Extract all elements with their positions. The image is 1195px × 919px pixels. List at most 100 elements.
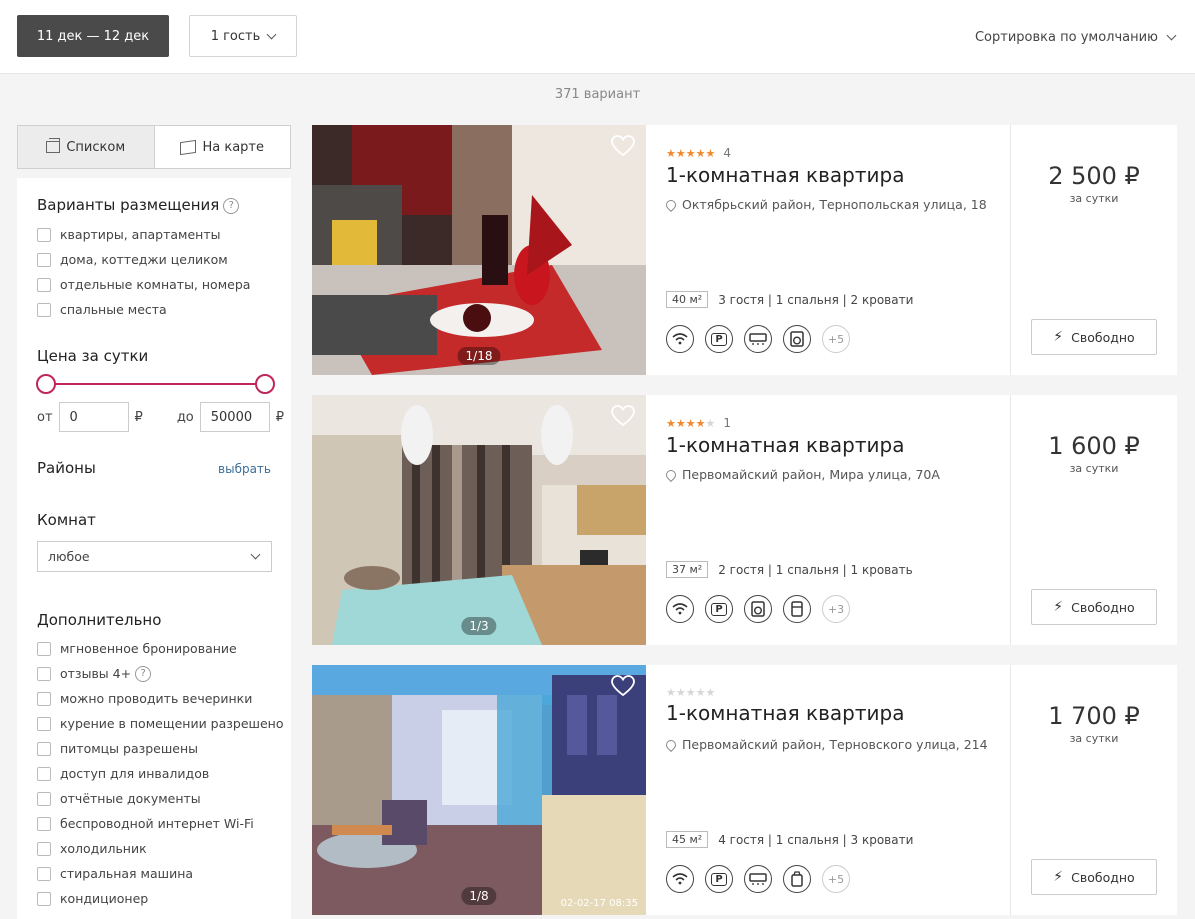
checkbox-label: мгновенное бронирование bbox=[60, 641, 237, 656]
available-label: Свободно bbox=[1071, 329, 1135, 345]
favorite-heart-icon[interactable] bbox=[611, 135, 635, 157]
more-amenities[interactable]: +5 bbox=[822, 865, 850, 893]
lightning-icon: ⚡ bbox=[1053, 599, 1064, 615]
checkbox-pets[interactable]: питомцы разрешены bbox=[37, 736, 284, 761]
more-amenities[interactable]: +5 bbox=[822, 325, 850, 353]
listing-specs: 45 м² 4 гостя | 1 спальня | 3 кровати bbox=[666, 831, 913, 848]
area-badge: 45 м² bbox=[666, 831, 709, 848]
available-button[interactable]: ⚡ Свободно bbox=[1031, 589, 1157, 625]
map-view-button[interactable]: На карте bbox=[155, 126, 291, 168]
lightning-icon: ⚡ bbox=[1053, 329, 1064, 345]
listing-photo[interactable]: 1/3 bbox=[312, 395, 646, 645]
listing-title[interactable]: 1-комнатная квартира bbox=[666, 163, 904, 187]
star-icon: ★ bbox=[695, 686, 706, 699]
listing-photo[interactable]: 1/8 02-02-17 08:35 bbox=[312, 665, 646, 915]
favorite-heart-icon[interactable] bbox=[611, 675, 635, 697]
checkbox-reviews-4plus[interactable]: отзывы 4+? bbox=[37, 661, 284, 686]
checkbox-smoking[interactable]: курение в помещении разрешено bbox=[37, 711, 284, 736]
help-icon[interactable]: ? bbox=[135, 665, 152, 682]
list-view-button[interactable]: Списком bbox=[18, 126, 155, 168]
checkbox-ac[interactable]: кондиционер bbox=[37, 886, 284, 911]
checkbox-washer[interactable]: стиральная машина bbox=[37, 861, 284, 886]
favorite-heart-icon[interactable] bbox=[611, 405, 635, 427]
checkbox-rooms[interactable]: отдельные комнаты, номера bbox=[37, 272, 250, 297]
checkbox-accessibility[interactable]: доступ для инвалидов bbox=[37, 761, 284, 786]
checkbox-box[interactable] bbox=[37, 891, 51, 906]
checkbox-box[interactable] bbox=[37, 816, 51, 831]
checkbox-instant-booking[interactable]: мгновенное бронирование bbox=[37, 636, 284, 661]
extra-title: Дополнительно bbox=[37, 611, 162, 629]
price-to-input[interactable]: 50000 bbox=[199, 402, 270, 432]
checkbox-apartments[interactable]: квартиры, апартаменты bbox=[37, 222, 250, 247]
price-slider[interactable] bbox=[36, 374, 275, 394]
listing-card[interactable]: 1/8 02-02-17 08:35 ★ ★ ★ ★ ★ 1-комнатная ква… bbox=[312, 665, 1177, 915]
photo-counter: 1/3 bbox=[461, 617, 497, 635]
available-button[interactable]: ⚡ Свободно bbox=[1031, 859, 1157, 895]
listing-title[interactable]: 1-комнатная квартира bbox=[666, 701, 904, 725]
checkbox-label: доступ для инвалидов bbox=[60, 766, 210, 781]
star-icon: ★ bbox=[685, 686, 696, 699]
checkbox-box[interactable] bbox=[37, 741, 51, 756]
dates-button[interactable]: 11 дек — 12 дек bbox=[17, 15, 169, 57]
listing-card[interactable]: 1/3 ★ ★ ★ ★ ★ 1 1-комнатная квартира Первома… bbox=[312, 395, 1177, 645]
checkbox-box[interactable] bbox=[37, 666, 51, 681]
listing-address: Первомайский район, Терновского улица, 2… bbox=[663, 737, 988, 752]
results-count: 371 вариант bbox=[554, 87, 641, 102]
districts-title: Районы bbox=[37, 459, 96, 477]
available-button[interactable]: ⚡ Свободно bbox=[1031, 319, 1157, 355]
checkbox-wifi[interactable]: беспроводной интернет Wi-Fi bbox=[37, 811, 284, 836]
listing-photo[interactable]: 1/18 bbox=[312, 125, 646, 375]
checkbox-box[interactable] bbox=[37, 277, 51, 292]
listing-title[interactable]: 1-комнатная квартира bbox=[666, 433, 904, 457]
photo-counter: 1/8 bbox=[461, 887, 497, 905]
checkbox-box[interactable] bbox=[37, 691, 51, 706]
listing-photo-image bbox=[312, 125, 646, 375]
reviews-count[interactable]: 4 bbox=[723, 146, 731, 160]
reviews-count[interactable]: 1 bbox=[723, 416, 731, 430]
lightning-icon: ⚡ bbox=[1053, 869, 1064, 885]
checkbox-houses[interactable]: дома, коттеджи целиком bbox=[37, 247, 250, 272]
guests-dropdown[interactable]: 1 гость bbox=[189, 15, 297, 57]
more-amenities[interactable]: +3 bbox=[822, 595, 850, 623]
checkbox-box[interactable] bbox=[37, 716, 51, 731]
checkbox-box[interactable] bbox=[37, 252, 51, 267]
checkbox-box[interactable] bbox=[37, 791, 51, 806]
districts-choose-link[interactable]: выбрать bbox=[218, 462, 271, 476]
checkbox-label: спальные места bbox=[60, 302, 167, 317]
wifi-icon bbox=[666, 325, 694, 353]
checkbox-box[interactable] bbox=[37, 641, 51, 656]
listing-card[interactable]: 1/18 ★ ★ ★ ★ ★ 4 1-комнатная квартира Октябр… bbox=[312, 125, 1177, 375]
checkbox-fridge[interactable]: холодильник bbox=[37, 836, 284, 861]
checkbox-box[interactable] bbox=[37, 766, 51, 781]
listing-specs: 37 м² 2 гостя | 1 спальня | 1 кровать bbox=[666, 561, 913, 578]
star-icon: ★ bbox=[705, 416, 716, 430]
parking-icon: P bbox=[705, 325, 733, 353]
star-icon: ★ bbox=[666, 146, 676, 160]
checkbox-beds[interactable]: спальные места bbox=[37, 297, 250, 322]
checkbox-documents[interactable]: отчётные документы bbox=[37, 786, 284, 811]
help-icon[interactable]: ? bbox=[223, 197, 240, 214]
chevron-down-icon bbox=[250, 549, 261, 560]
fridge-icon bbox=[783, 595, 811, 623]
price-from-input[interactable]: 0 bbox=[58, 402, 129, 432]
amenities: P +5 bbox=[666, 325, 850, 353]
rooms-select[interactable]: любое bbox=[37, 541, 272, 572]
checkbox-parties[interactable]: можно проводить вечеринки bbox=[37, 686, 284, 711]
checkbox-box[interactable] bbox=[37, 841, 51, 856]
star-icon: ★ bbox=[666, 416, 676, 430]
price-min-handle[interactable] bbox=[36, 374, 56, 394]
sort-dropdown[interactable]: Сортировка по умолчанию bbox=[975, 30, 1177, 45]
currency-label: ₽ bbox=[134, 409, 143, 425]
checkbox-box[interactable] bbox=[37, 302, 51, 317]
price-max-handle[interactable] bbox=[255, 374, 275, 394]
star-icon: ★ bbox=[675, 686, 686, 699]
location-pin-icon bbox=[663, 737, 679, 752]
accommodation-options: квартиры, апартаменты дома, коттеджи цел… bbox=[37, 222, 250, 322]
checkbox-box[interactable] bbox=[37, 866, 51, 881]
photo-counter: 1/18 bbox=[457, 347, 501, 365]
checkbox-box[interactable] bbox=[37, 227, 51, 242]
amenities: P +5 bbox=[666, 865, 850, 893]
amenities: P +3 bbox=[666, 595, 850, 623]
price-title: Цена за сутки bbox=[37, 347, 149, 365]
parking-icon: P bbox=[705, 595, 733, 623]
